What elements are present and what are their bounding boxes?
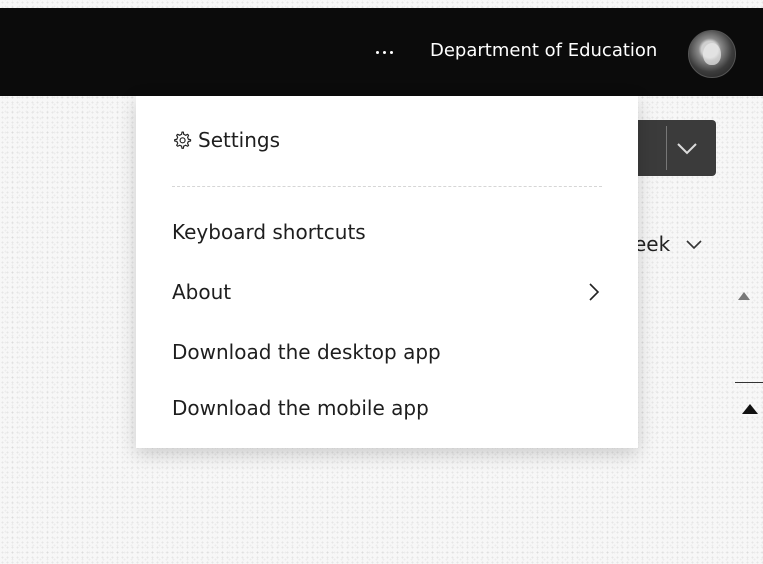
menu-item-download-mobile-app[interactable]: Download the mobile app (136, 386, 638, 430)
menu-divider (172, 186, 602, 187)
menu-item-about[interactable]: About (136, 270, 638, 314)
menu-item-label: Keyboard shortcuts (172, 220, 366, 244)
avatar[interactable] (688, 30, 736, 78)
top-bar: Department of Education (0, 8, 763, 96)
more-dot-icon (382, 50, 386, 54)
menu-item-label: Settings (198, 128, 281, 152)
more-dot-icon (389, 50, 393, 54)
menu-item-download-desktop-app[interactable]: Download the desktop app (136, 330, 638, 374)
more-dot-icon (375, 50, 379, 54)
view-selector-label: eek (634, 232, 671, 256)
gear-icon (174, 131, 192, 149)
view-selector[interactable]: eek (634, 232, 703, 256)
scroll-up-arrow-icon[interactable] (738, 292, 750, 300)
menu-item-keyboard-shortcuts[interactable]: Keyboard shortcuts (136, 210, 638, 254)
settings-menu: Settings Keyboard shortcuts About Downlo… (136, 96, 638, 448)
organization-name[interactable]: Department of Education (430, 40, 657, 61)
menu-item-label: About (172, 280, 232, 304)
chevron-down-icon (677, 143, 697, 155)
menu-item-label: Download the mobile app (172, 396, 429, 420)
collapse-arrow-icon[interactable] (742, 404, 758, 414)
divider-line (735, 382, 763, 383)
chevron-down-icon (685, 240, 702, 250)
more-options-button[interactable] (368, 42, 400, 62)
chevron-right-icon (589, 283, 600, 301)
split-separator (666, 126, 667, 170)
menu-item-settings[interactable]: Settings (136, 118, 638, 162)
menu-item-label: Download the desktop app (172, 340, 441, 364)
